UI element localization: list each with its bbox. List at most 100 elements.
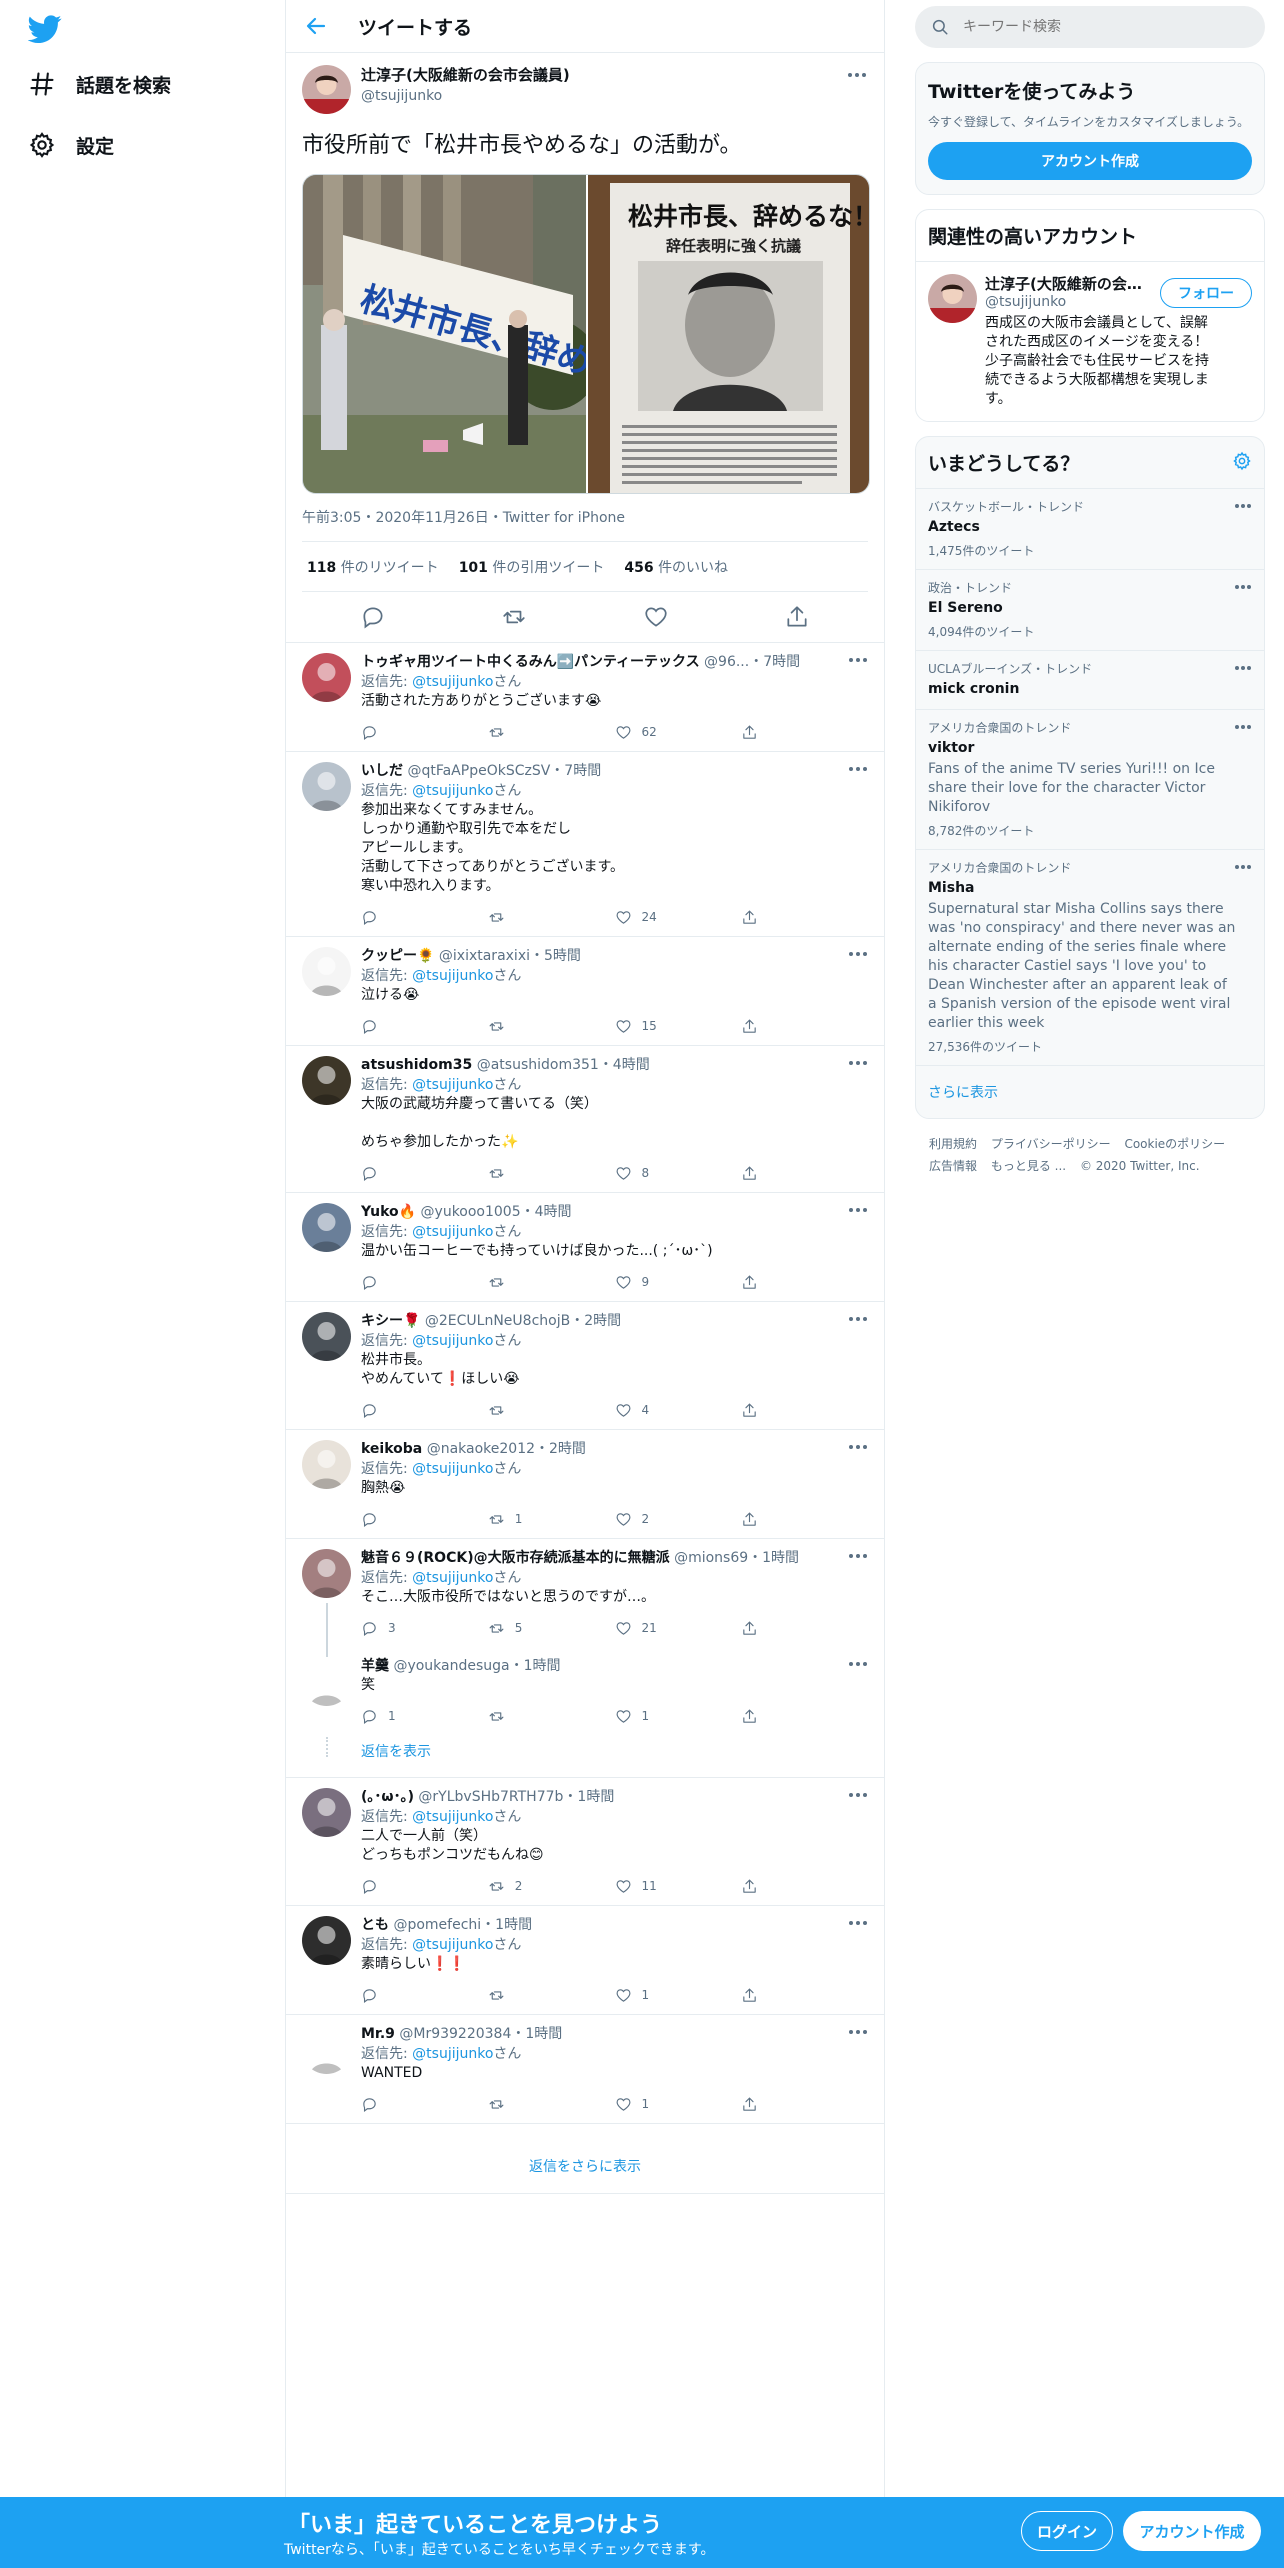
search-box[interactable] (915, 6, 1265, 48)
reply-tweet[interactable]: (｡･ω･｡) @rYLbvSHb7RTH77b・1時間 返信先: @tsuji… (286, 1778, 884, 1906)
reply-author-handle[interactable]: @96... (704, 654, 749, 670)
reply-button[interactable] (361, 1511, 488, 1528)
reply-to-user-link[interactable]: @tsujijunko (412, 1333, 493, 1349)
reply-author-handle[interactable]: @youkandesuga (393, 1658, 509, 1674)
more-icon[interactable] (848, 1553, 868, 1559)
reply-tweet[interactable]: いしだ @qtFaAPpeOkSCzSV・7時間 返信先: @tsujijunk… (286, 752, 884, 937)
reply-to-user-link[interactable]: @tsujijunko (412, 674, 493, 690)
reply-to-user-link[interactable]: @tsujijunko (412, 1570, 493, 1586)
back-arrow-icon[interactable] (304, 14, 328, 38)
reply-button[interactable] (361, 1018, 488, 1035)
like-button[interactable]: 4 (615, 1402, 742, 1419)
share-button[interactable] (741, 909, 868, 926)
reply-time[interactable]: ・5時間 (530, 948, 581, 964)
retweet-button[interactable]: 2 (488, 1878, 615, 1895)
related-user[interactable]: 辻淳子(大阪維新の会市会議員) @tsujijunko 西成区の大阪市会議員とし… (916, 262, 1264, 421)
like-button[interactable]: 8 (615, 1165, 742, 1182)
reply-to-user-link[interactable]: @tsujijunko (412, 2046, 493, 2062)
reply-author-name[interactable]: Yuko🔥 (361, 1204, 416, 1220)
reply-tweet[interactable]: トゥギャ用ツイート中くるみん➡️パンティーテックス @96...・7時間 返信先… (286, 643, 884, 752)
reply-button[interactable] (361, 2096, 488, 2113)
share-button[interactable] (741, 724, 868, 741)
reply-to-user-link[interactable]: @tsujijunko (412, 1809, 493, 1825)
like-button[interactable]: 9 (615, 1274, 742, 1291)
retweet-count-link[interactable]: 118 件のリツイート (307, 557, 439, 577)
reply-author-handle[interactable]: @rYLbvSHb7RTH77b (418, 1789, 563, 1805)
footer-terms-link[interactable]: 利用規約 (929, 1137, 977, 1151)
retweet-button[interactable] (488, 909, 615, 926)
more-icon[interactable] (1234, 724, 1252, 730)
reply-button[interactable] (361, 1987, 488, 2004)
like-button[interactable]: 1 (615, 1987, 742, 2004)
reply-to-user-link[interactable]: @tsujijunko (412, 1461, 493, 1477)
reply-button[interactable]: 1 (361, 1708, 488, 1725)
reply-button[interactable] (361, 1165, 488, 1182)
more-icon[interactable] (848, 1792, 868, 1798)
trend-item[interactable]: アメリカ合衆国のトレンド Misha Supernatural star Mis… (916, 850, 1264, 1066)
show-more-replies-button[interactable]: 返信をさらに表示 (286, 2138, 884, 2194)
reply-time[interactable]: ・1時間 (563, 1789, 614, 1805)
show-replies-link[interactable]: 返信を表示 (286, 1735, 884, 1778)
reply-tweet[interactable]: keikoba @nakaoke2012・2時間 返信先: @tsujijunk… (286, 1430, 884, 1539)
avatar[interactable] (928, 274, 977, 323)
create-account-button[interactable]: アカウント作成 (928, 142, 1252, 180)
reply-time[interactable]: ・2時間 (535, 1441, 586, 1457)
share-icon[interactable] (784, 604, 810, 630)
reply-to-user-link[interactable]: @tsujijunko (412, 968, 493, 984)
like-button[interactable]: 24 (615, 909, 742, 926)
reply-tweet[interactable]: 羊羹 @youkandesuga・1時間 笑 1 1 (286, 1647, 884, 1735)
reply-time[interactable]: ・1時間 (481, 1917, 532, 1933)
flyer-photo[interactable]: 松井市長、辞めるな！ 辞任表明に強く抗議 (588, 175, 869, 493)
reply-to-user-link[interactable]: @tsujijunko (412, 1224, 493, 1240)
more-icon[interactable] (1234, 864, 1252, 870)
reply-author-handle[interactable]: @2ECULnNeU8chojB (425, 1313, 570, 1329)
reply-author-name[interactable]: 魅音６９(ROCK)@大阪市存続派基本的に無糖派 (361, 1550, 670, 1566)
trend-item[interactable]: バスケットボール・トレンド Aztecs 1,475件のツイート (916, 489, 1264, 570)
avatar[interactable] (302, 1788, 351, 1837)
reply-tweet[interactable]: キシー🌹 @2ECULnNeU8chojB・2時間 返信先: @tsujijun… (286, 1302, 884, 1430)
like-button[interactable]: 1 (615, 2096, 742, 2113)
reply-button[interactable]: 3 (361, 1620, 488, 1637)
trend-item[interactable]: アメリカ合衆国のトレンド viktor Fans of the anime TV… (916, 710, 1264, 850)
share-button[interactable] (741, 1708, 868, 1725)
share-button[interactable] (741, 1274, 868, 1291)
reply-author-name[interactable]: いしだ (361, 763, 403, 779)
reply-button[interactable] (361, 1274, 488, 1291)
share-button[interactable] (741, 1511, 868, 1528)
like-button[interactable]: 1 (615, 1708, 742, 1725)
retweet-button[interactable] (488, 2096, 615, 2113)
reply-to-user-link[interactable]: @tsujijunko (412, 783, 493, 799)
reply-time[interactable]: ・2時間 (570, 1313, 621, 1329)
retweet-button[interactable] (488, 1402, 615, 1419)
reply-author-handle[interactable]: @atsushidom351 (477, 1057, 599, 1073)
retweet-icon[interactable] (501, 604, 527, 630)
share-button[interactable] (741, 2096, 868, 2113)
like-icon[interactable] (643, 604, 669, 630)
more-icon[interactable] (1234, 584, 1252, 590)
reply-author-handle[interactable]: @nakaoke2012 (427, 1441, 535, 1457)
retweet-button[interactable] (488, 724, 615, 741)
author-handle[interactable]: @tsujijunko (361, 86, 570, 106)
reply-button[interactable] (361, 724, 488, 741)
author-name[interactable]: 辻淳子(大阪維新の会市会議員) (361, 65, 570, 86)
reply-time[interactable]: ・7時間 (550, 763, 601, 779)
reply-author-name[interactable]: クッピー🌻 (361, 948, 434, 964)
twitter-logo-icon[interactable] (28, 12, 62, 46)
protest-photo[interactable]: 松井市長、辞めるな！ (303, 175, 586, 493)
retweet-button[interactable] (488, 1987, 615, 2004)
share-button[interactable] (741, 1987, 868, 2004)
reply-author-handle[interactable]: @yukooo1005 (421, 1204, 521, 1220)
trends-show-more-link[interactable]: さらに表示 (916, 1066, 1264, 1118)
footer-more-link[interactable]: もっと見る ... (991, 1159, 1066, 1173)
avatar[interactable] (302, 947, 351, 996)
more-icon[interactable] (1234, 665, 1252, 671)
reply-author-name[interactable]: (｡･ω･｡) (361, 1789, 414, 1805)
reply-tweet[interactable]: Yuko🔥 @yukooo1005・4時間 返信先: @tsujijunkoさん… (286, 1193, 884, 1302)
avatar[interactable] (302, 1056, 351, 1105)
reply-author-name[interactable]: キシー🌹 (361, 1313, 420, 1329)
reply-author-name[interactable]: keikoba (361, 1441, 422, 1457)
reply-time[interactable]: ・4時間 (521, 1204, 572, 1220)
share-button[interactable] (741, 1402, 868, 1419)
avatar[interactable] (302, 2025, 351, 2074)
like-count-link[interactable]: 456 件のいいね (624, 557, 728, 577)
